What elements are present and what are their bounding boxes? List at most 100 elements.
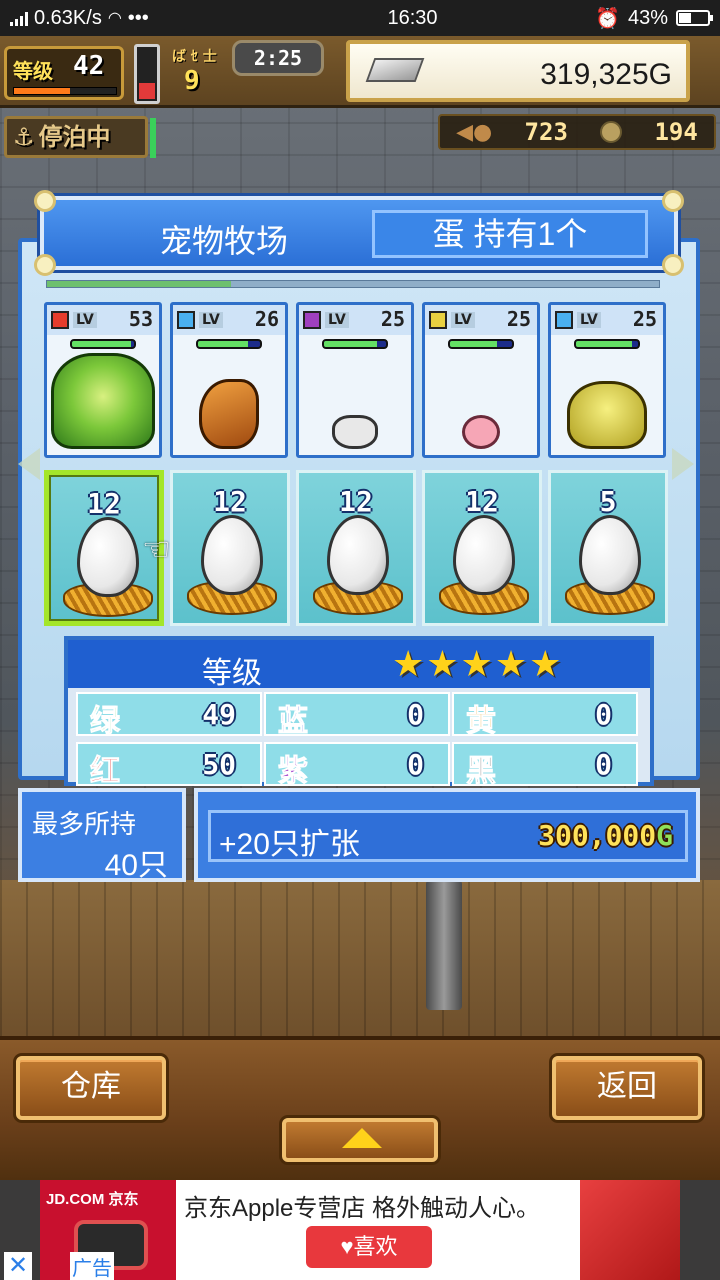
ranch-title-banner: 宠物牧场 蛋 持有1个 xyxy=(34,190,684,276)
stat-cell: 蓝0 xyxy=(264,692,450,739)
egg-icon xyxy=(579,515,641,595)
egg-count: 蛋 持有1个 xyxy=(372,210,648,258)
pet-card-header: LV 25 xyxy=(299,305,411,335)
banner-corner-ornament xyxy=(662,190,684,212)
pet-hp-bar xyxy=(196,339,262,349)
element-icon xyxy=(177,311,195,329)
battery-percent: 43% xyxy=(627,6,668,29)
ad-logo: JD.COM 京东 xyxy=(46,1191,139,1208)
pet-hp-bar xyxy=(70,339,136,349)
currency-g-icon: G xyxy=(656,819,673,852)
egg-slot[interactable]: 12 xyxy=(170,470,290,626)
pet-card-header: LV 25 xyxy=(551,305,663,335)
stat-label: 紫 xyxy=(278,755,309,789)
pet-hp-bar xyxy=(322,339,388,349)
fish-icon: ◀● xyxy=(456,119,493,145)
pet-sprite xyxy=(551,381,663,449)
egg-hatch-timer: 12 xyxy=(465,485,499,518)
money-display: 319,325G xyxy=(346,40,690,102)
pet-lv-label: LV xyxy=(73,312,97,328)
element-icon xyxy=(51,311,69,329)
ad-banner[interactable]: JD.COM 京东 京东Apple专营店 格外触动人心。 ♥喜欢 ✕ 广告 xyxy=(4,1180,680,1280)
money-value: 319,325G xyxy=(540,58,672,91)
stat-value: 0 xyxy=(595,698,612,731)
stat-label: 绿 xyxy=(90,705,121,739)
status-right: ⏰ 43% xyxy=(595,6,713,31)
stat-value: 0 xyxy=(595,748,612,781)
stat-label: 黑 xyxy=(466,755,497,789)
menu-expand-button[interactable] xyxy=(282,1118,438,1162)
pet-lv-label: LV xyxy=(199,312,223,328)
stat-label: 红 xyxy=(90,755,121,789)
element-icon xyxy=(555,311,573,329)
banner-corner-ornament xyxy=(662,254,684,276)
pet-scroll-thumb[interactable] xyxy=(47,281,231,287)
crest-indicator: ば ｾ 士 9 xyxy=(172,44,222,100)
element-icon xyxy=(303,311,321,329)
ship-deck xyxy=(0,880,720,1040)
stat-value: 49 xyxy=(202,698,236,731)
pet-lv-label: LV xyxy=(451,312,475,328)
stats-panel: 等级 ★★★★★ 绿 49 蓝 0 黄 0 红 50 紫 0 黑 0 xyxy=(64,636,654,789)
phone-image xyxy=(580,1180,680,1280)
silver-ingot-icon xyxy=(365,58,425,82)
energy-gauge xyxy=(134,44,160,104)
pet-sprite xyxy=(299,415,411,449)
crest-label: ば ｾ 士 xyxy=(172,49,217,65)
pet-card[interactable]: LV 25 xyxy=(422,302,540,458)
egg-icon xyxy=(201,515,263,595)
pet-level: 25 xyxy=(380,307,405,331)
stat-cell: 黄0 xyxy=(452,692,638,739)
pet-level: 25 xyxy=(506,307,531,331)
pet-card-header: LV 26 xyxy=(173,305,285,335)
medal-icon xyxy=(600,121,623,143)
back-button[interactable]: 返回 xyxy=(552,1056,702,1120)
pet-sprite xyxy=(47,353,159,449)
pet-card[interactable]: LV 53 xyxy=(44,302,162,458)
stat-value: 50 xyxy=(202,748,236,781)
capacity-label: 最多所持 xyxy=(32,809,137,839)
pet-card[interactable]: LV 25 xyxy=(548,302,666,458)
egg-slot[interactable]: 5 xyxy=(548,470,668,626)
resource-medals: 194 xyxy=(654,118,698,146)
stat-value: 0 xyxy=(407,748,424,781)
pet-card-header: LV 53 xyxy=(47,305,159,335)
player-level-box[interactable]: 等级 42 xyxy=(4,46,124,100)
egg-slot[interactable]: 12 xyxy=(296,470,416,626)
pet-scroll-track[interactable] xyxy=(46,280,660,288)
warehouse-button[interactable]: 仓库 xyxy=(16,1056,166,1120)
stat-cell: 紫0 xyxy=(264,742,450,789)
scroll-left-arrow[interactable] xyxy=(18,448,40,480)
status-left: 0.63K/s ◠ ••• xyxy=(10,7,290,30)
ad-close-icon[interactable]: ✕ xyxy=(4,1252,32,1280)
pet-card[interactable]: LV 25 xyxy=(296,302,414,458)
egg-hatch-timer: 12 xyxy=(339,485,373,518)
egg-slot[interactable]: 12 xyxy=(422,470,542,626)
ad-like-button[interactable]: ♥喜欢 xyxy=(306,1226,432,1268)
pet-lv-label: LV xyxy=(577,312,601,328)
scroll-right-arrow[interactable] xyxy=(672,448,694,480)
resource-panel: ◀● 723 194 xyxy=(438,114,716,150)
ad-tag: 广告 xyxy=(70,1252,114,1280)
alarm-icon: ⏰ xyxy=(595,7,620,30)
pet-card[interactable]: LV 26 xyxy=(170,302,288,458)
stat-label: 蓝 xyxy=(278,705,309,739)
expand-price: 300,000G xyxy=(538,819,673,852)
cell-signal-icon xyxy=(10,10,28,26)
moored-indicator xyxy=(150,118,156,158)
egg-icon xyxy=(327,515,389,595)
stat-cell: 黑0 xyxy=(452,742,638,789)
egg-icon xyxy=(453,515,515,595)
crest-value: 9 xyxy=(184,66,200,96)
ranch-title: 宠物牧场 xyxy=(160,223,289,259)
pet-sprite xyxy=(173,379,285,449)
ad-headline: 京东Apple专营店 格外触动人心。 xyxy=(184,1195,541,1222)
rating-stars: ★★★★★ xyxy=(392,644,564,685)
capacity-box: 最多所持 40只 xyxy=(18,788,186,882)
banner-corner-ornament xyxy=(34,190,56,212)
banner-corner-ornament xyxy=(34,254,56,276)
pet-level: 25 xyxy=(632,307,657,331)
expand-capacity-button[interactable]: +20只扩张 300,000G xyxy=(208,810,688,862)
stats-header: 等级 ★★★★★ xyxy=(68,640,650,690)
pet-sprite xyxy=(425,415,537,449)
